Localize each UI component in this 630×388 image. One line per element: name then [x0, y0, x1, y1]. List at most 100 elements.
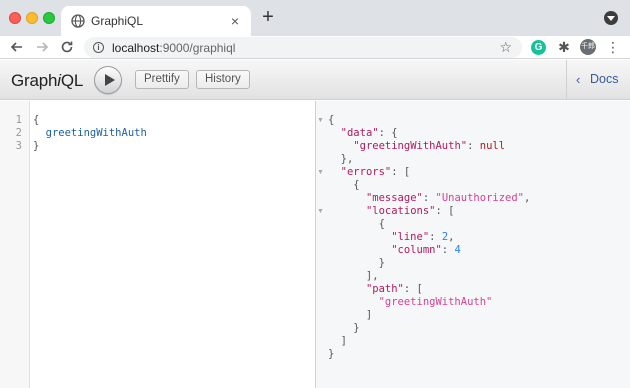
code-token: } — [328, 322, 360, 334]
star-icon[interactable]: ☆ — [499, 39, 512, 56]
puzzle-icon[interactable]: ✱ — [556, 38, 572, 56]
code-token: "message" — [365, 192, 423, 204]
code-token: "greetingWithAuth" — [378, 296, 493, 308]
code-line: greetingWithAuth — [33, 127, 147, 139]
result-line: "greetingWithAuth" — [328, 296, 493, 309]
code-token: : { — [378, 127, 398, 139]
code-token: "errors" — [340, 166, 392, 178]
result-line: ] — [328, 309, 372, 322]
globe-icon — [71, 14, 85, 28]
close-tab-icon[interactable]: × — [227, 13, 243, 29]
docs-button[interactable]: ‹ Docs — [566, 60, 630, 99]
maximize-window-button[interactable] — [43, 12, 55, 24]
graphiql-toolbar: GraphiQL Prettify History ‹ Docs — [0, 60, 630, 100]
code-token: : [ — [435, 205, 455, 217]
query-editor[interactable]: 1 2 3 { greetingWithAuth } — [0, 101, 315, 388]
code-token: { — [328, 179, 360, 191]
history-button[interactable]: History — [196, 70, 250, 89]
code-token: { — [328, 114, 335, 126]
code-token: : — [422, 192, 436, 204]
grammarly-extension-icon[interactable]: G — [531, 40, 546, 55]
line-number: 2 — [15, 127, 22, 139]
browser-tab-graphiql[interactable]: GraphiQL × — [61, 6, 251, 36]
graphiql-logo: GraphiQL — [11, 71, 83, 91]
address-bar[interactable]: i localhost:9000/graphiql ☆ — [84, 37, 522, 58]
info-icon[interactable]: i — [93, 42, 104, 53]
fold-toggle-icon[interactable]: ▼ — [317, 205, 324, 218]
code-token: "Unauthorized" — [435, 192, 525, 204]
code-token: "greetingWithAuth" — [353, 140, 468, 152]
result-line: "greetingWithAuth": null — [328, 140, 505, 153]
kebab-menu-icon[interactable]: ⋮ — [606, 38, 620, 56]
result-line: "locations": [ — [328, 205, 455, 218]
code-token: : — [467, 140, 480, 152]
code-token: : — [429, 231, 442, 243]
prettify-button[interactable]: Prettify — [135, 70, 189, 89]
code-token: null — [479, 140, 506, 152]
result-line: "message": "Unauthorized", — [328, 192, 530, 205]
browser-tab-strip: GraphiQL × + — [0, 0, 630, 36]
arrow-left-icon[interactable] — [8, 38, 26, 56]
chevron-left-icon: ‹ — [576, 72, 581, 87]
result-line: { — [328, 218, 385, 231]
line-number: 1 — [15, 114, 22, 126]
result-line: "errors": [ — [328, 166, 411, 179]
code-token: : [ — [403, 283, 423, 295]
docs-label: Docs — [590, 72, 619, 86]
code-token: "column" — [391, 244, 442, 256]
url-host: localhost — [112, 41, 160, 55]
code-token: "line" — [391, 231, 430, 243]
fold-toggle-icon[interactable]: ▼ — [317, 166, 324, 179]
url-text[interactable]: localhost:9000/graphiql — [112, 41, 235, 55]
logo-prefix: Graph — [11, 71, 58, 90]
fold-toggle-icon[interactable]: ▼ — [317, 114, 324, 127]
avatar[interactable]: 千郎 — [580, 39, 596, 55]
line-number-gutter: 1 2 3 — [0, 101, 30, 388]
result-line: { — [328, 179, 360, 192]
code-token: { — [328, 218, 385, 230]
tab-title: GraphiQL — [91, 14, 144, 28]
new-tab-button[interactable]: + — [258, 7, 278, 27]
result-line: "data": { — [328, 127, 398, 140]
code-token: } — [328, 257, 385, 269]
minimize-window-button[interactable] — [26, 12, 38, 24]
close-window-button[interactable] — [9, 12, 21, 24]
result-line: } — [328, 257, 385, 270]
execute-query-button[interactable] — [94, 66, 122, 94]
browser-toolbar: i localhost:9000/graphiql ☆ G ✱ 千郎 ⋮ — [0, 36, 630, 59]
reload-icon[interactable] — [58, 38, 76, 56]
result-line: }, — [328, 153, 354, 166]
code-token: "locations" — [365, 205, 436, 217]
tab-search-icon[interactable] — [604, 11, 618, 25]
result-line: { — [328, 114, 334, 127]
code-token: "data" — [340, 127, 379, 139]
code-token: ] — [328, 309, 373, 321]
line-number: 3 — [15, 140, 22, 152]
code-token: }, — [328, 153, 354, 165]
code-token: ] — [328, 335, 347, 347]
url-path: :9000/graphiql — [159, 41, 236, 55]
result-line: ], — [328, 270, 379, 283]
code-line: } — [33, 140, 40, 152]
code-token: , — [524, 192, 531, 204]
code-token: 4 — [454, 244, 461, 256]
code-token: , — [448, 231, 455, 243]
result-line: "path": [ — [328, 283, 423, 296]
code-token: } — [328, 348, 335, 360]
result-line: ] — [328, 335, 347, 348]
code-token: : [ — [391, 166, 411, 178]
result-line: "line": 2, — [328, 231, 454, 244]
result-line: } — [328, 322, 360, 335]
result-line: "column": 4 — [328, 244, 461, 257]
arrow-right-icon[interactable] — [33, 38, 51, 56]
logo-suffix: QL — [60, 71, 84, 90]
result-line: } — [328, 348, 334, 361]
